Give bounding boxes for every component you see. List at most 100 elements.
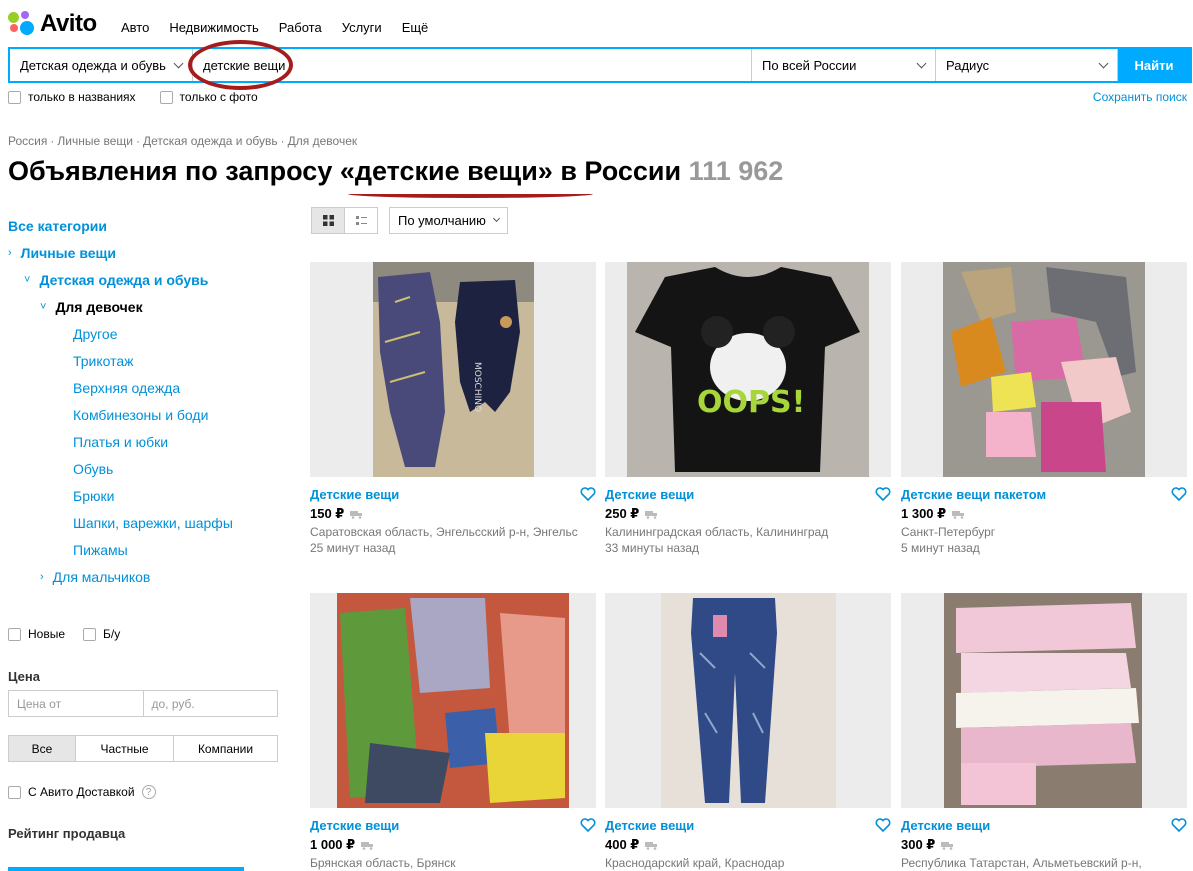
breadcrumb-item[interactable]: Для девочек (288, 134, 357, 148)
listing-price: 150 ₽ (310, 506, 345, 521)
chevron-right-icon: › (8, 247, 12, 259)
category-kids[interactable]: ˅ Детская одежда и обувь (24, 272, 208, 288)
favorite-heart-icon[interactable] (1171, 487, 1187, 501)
subcategory-item[interactable]: Трикотаж (73, 353, 134, 369)
search-button[interactable]: Найти (1118, 49, 1190, 81)
listing-title[interactable]: Детские вещи пакетом (901, 487, 1046, 502)
delivery-truck-icon (350, 510, 363, 519)
listing-title[interactable]: Детские вещи (901, 818, 990, 833)
save-search-link[interactable]: Сохранить поиск (1093, 90, 1187, 104)
listing-card[interactable]: Детские вещи пакетом 1 300 ₽ Санкт-Петер… (901, 262, 1187, 556)
category-personal[interactable]: › Личные вещи (8, 245, 116, 261)
search-filters: только в названиях только с фото (8, 90, 282, 104)
listing-card[interactable]: Детские вещи 1 000 ₽ Брянская область, Б… (310, 593, 596, 871)
listing-location: Саратовская область, Энгельсский р-н, Эн… (310, 525, 578, 539)
condition-new-checkbox[interactable]: Новые (8, 627, 65, 641)
condition-used-checkbox[interactable]: Б/у (83, 627, 120, 641)
results-count: 111 962 (688, 156, 784, 186)
seller-company-button[interactable]: Компании (173, 736, 277, 761)
radius-select[interactable]: Радиус (936, 49, 1118, 81)
subcategory-item[interactable]: Верхняя одежда (73, 380, 180, 396)
subcategory-item[interactable]: Комбинезоны и боди (73, 407, 208, 423)
delivery-label: С Авито Доставкой (28, 785, 135, 799)
category-select[interactable]: Детская одежда и обувь (10, 49, 193, 81)
delivery-checkbox[interactable]: С Авито Доставкой ? (8, 785, 156, 799)
listing-title[interactable]: Детские вещи (605, 818, 694, 833)
chevron-down-icon (492, 214, 501, 223)
search-bar: Детская одежда и обувь детские вещи По в… (8, 47, 1192, 83)
favorite-heart-icon[interactable] (580, 487, 596, 501)
listing-card[interactable]: OOPS! Детские вещи 250 ₽ Калининградская… (605, 262, 891, 556)
breadcrumb-item[interactable]: Россия (8, 134, 47, 148)
sort-select[interactable]: По умолчанию (389, 207, 508, 234)
listing-card[interactable]: MOSCHINO Детские вещи 150 ₽ Саратовская … (310, 262, 596, 556)
listing-photo[interactable] (310, 593, 596, 808)
favorite-heart-icon[interactable] (1171, 818, 1187, 832)
only-photo-checkbox[interactable]: только с фото (159, 90, 258, 104)
nav-auto[interactable]: Авто (121, 20, 149, 35)
listing-photo[interactable]: OOPS! (605, 262, 891, 477)
help-icon[interactable]: ? (141, 785, 156, 799)
price-from-input[interactable]: Цена от (9, 691, 143, 716)
breadcrumb: Россия · Личные вещи · Детская одежда и обув… (8, 134, 358, 148)
avito-logo[interactable]: Avito (8, 10, 97, 38)
search-input-value: детские вещи (203, 57, 286, 73)
breadcrumb-item[interactable]: Детская одежда и обувь (143, 134, 278, 148)
category-girls[interactable]: ˅ Для девочек (40, 299, 143, 315)
listing-photo[interactable] (901, 262, 1187, 477)
grid-icon (322, 215, 334, 226)
delivery-truck-icon (645, 510, 658, 519)
listing-card[interactable]: Детские вещи 400 ₽ Краснодарский край, К… (605, 593, 891, 871)
chevron-down-icon: ˅ (24, 274, 31, 286)
listing-time: 25 минут назад (310, 541, 396, 555)
list-view-button[interactable] (344, 208, 377, 233)
category-personal-label: Личные вещи (20, 245, 116, 261)
chevron-down-icon (1098, 58, 1109, 68)
listing-photo[interactable] (901, 593, 1187, 808)
subcategory-item[interactable]: Брюки (73, 488, 114, 504)
only-photo-label: только с фото (179, 90, 258, 104)
logo-dots-icon (8, 11, 36, 37)
search-input[interactable]: детские вещи (193, 49, 752, 81)
favorite-heart-icon[interactable] (875, 818, 891, 832)
favorite-heart-icon[interactable] (875, 487, 891, 501)
subcategory-item[interactable]: Обувь (73, 461, 113, 477)
delivery-truck-icon (941, 841, 954, 850)
subcategory-item[interactable]: Платья и юбки (73, 434, 168, 450)
checkbox-icon (8, 627, 21, 641)
subcategory-item[interactable]: Другое (73, 326, 117, 342)
category-all[interactable]: Все категории (8, 218, 107, 234)
listing-title[interactable]: Детские вещи (310, 818, 399, 833)
listing-card[interactable]: Детские вещи 300 ₽ Республика Татарстан,… (901, 593, 1187, 871)
list-icon (355, 216, 367, 225)
listing-title[interactable]: Детские вещи (605, 487, 694, 502)
seller-private-button[interactable]: Частные (75, 736, 173, 761)
listing-price: 400 ₽ (605, 837, 640, 852)
subcategory-item[interactable]: Пижамы (73, 542, 128, 558)
nav-realty[interactable]: Недвижимость (169, 20, 258, 35)
nav-more[interactable]: Ещё (402, 20, 429, 35)
listing-photo[interactable]: MOSCHINO (310, 262, 596, 477)
apply-button-edge[interactable] (8, 867, 244, 871)
category-boys[interactable]: › Для мальчиков (40, 569, 150, 585)
radius-select-value: Радиус (946, 57, 990, 73)
checkbox-icon (8, 785, 21, 799)
only-titles-checkbox[interactable]: только в названиях (8, 90, 136, 104)
listing-photo[interactable] (605, 593, 891, 808)
price-to-input[interactable]: до, руб. (142, 691, 278, 716)
listing-location: Республика Татарстан, Альметьевский р-н, (901, 856, 1142, 870)
region-select-value: По всей России (762, 57, 857, 73)
grid-view-button[interactable] (312, 208, 344, 233)
favorite-heart-icon[interactable] (580, 818, 596, 832)
breadcrumb-item[interactable]: Личные вещи (57, 134, 133, 148)
nav-jobs[interactable]: Работа (279, 20, 322, 35)
nav-services[interactable]: Услуги (342, 20, 382, 35)
seller-all-button[interactable]: Все (9, 736, 75, 761)
price-label: Цена (8, 669, 40, 684)
listing-title[interactable]: Детские вещи (310, 487, 399, 502)
listing-location: Краснодарский край, Краснодар (605, 856, 785, 870)
subcategory-item[interactable]: Шапки, варежки, шарфы (73, 515, 233, 531)
category-girls-label: Для девочек (55, 299, 143, 315)
header: Avito Авто Недвижимость Работа Услуги Ещ… (0, 0, 1193, 48)
region-select[interactable]: По всей России (752, 49, 936, 81)
